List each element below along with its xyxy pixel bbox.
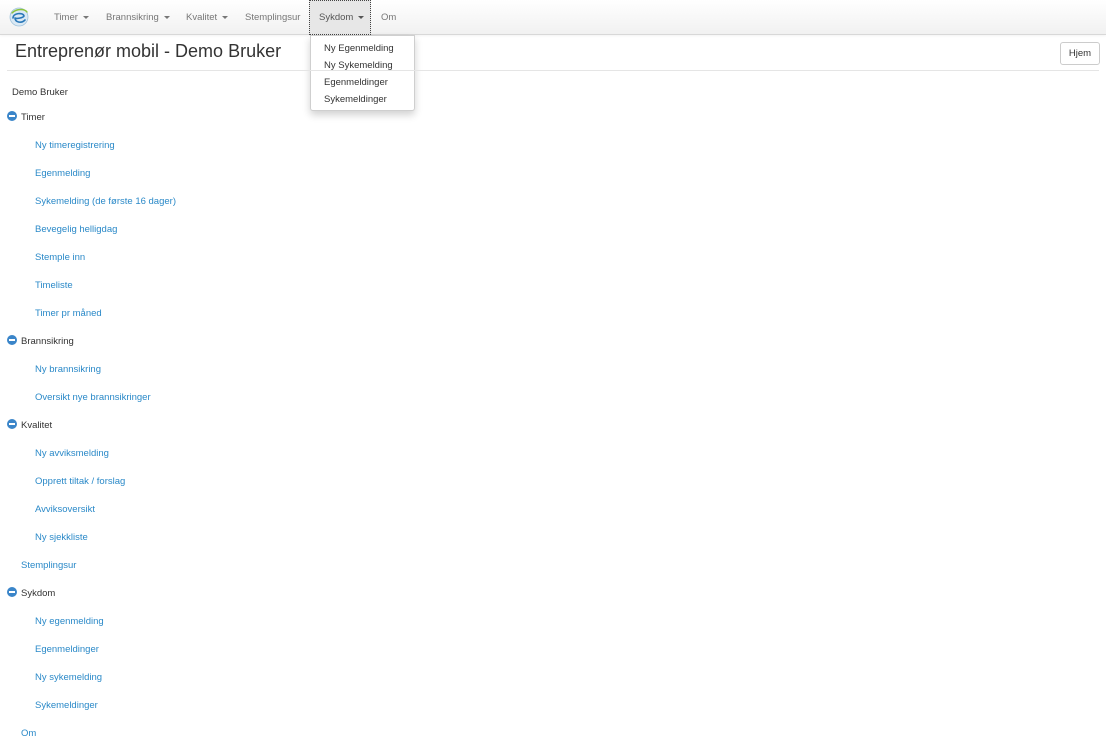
tree-link-oversikt-brannsikringer[interactable]: Oversikt nye brannsikringer — [35, 391, 151, 405]
tree-link-om[interactable]: Om — [21, 727, 36, 741]
tree-link-bevegelig-helligdag[interactable]: Bevegelig helligdag — [35, 223, 117, 237]
caret-down-icon — [82, 15, 89, 19]
tree-link-timeliste[interactable]: Timeliste — [35, 279, 73, 293]
tree-link-ny-timeregistrering[interactable]: Ny timeregistrering — [35, 139, 115, 153]
tree-group-timer[interactable]: Timer — [7, 111, 45, 125]
tree-link-ny-egenmelding[interactable]: Ny egenmelding — [35, 615, 104, 629]
tree-link-egenmeldinger[interactable]: Egenmeldinger — [35, 643, 99, 657]
nav-brannsikring-label: Brannsikring — [106, 12, 159, 23]
nav-om-label: Om — [381, 12, 397, 23]
tree-link-stemplingsur[interactable]: Stemplingsur — [21, 559, 76, 573]
tree-group-kvalitet[interactable]: Kvalitet — [7, 419, 52, 433]
menu-item-ny-sykemelding[interactable]: Ny Sykemelding — [311, 57, 414, 74]
nav-brannsikring[interactable]: Brannsikring — [106, 0, 170, 35]
caret-down-icon — [358, 15, 365, 19]
tree-link-stemple-inn[interactable]: Stemple inn — [35, 251, 85, 265]
collapse-icon[interactable] — [7, 335, 17, 346]
caret-down-icon — [163, 15, 170, 19]
nav-stemplingsur-label: Stemplingsur — [245, 12, 301, 23]
header-divider — [7, 70, 1099, 71]
menu-item-ny-egenmelding[interactable]: Ny Egenmelding — [311, 40, 414, 57]
tree-link-ny-sykemelding[interactable]: Ny sykemelding — [35, 671, 102, 685]
home-button[interactable]: Hjem — [1060, 42, 1100, 65]
nav-kvalitet-label: Kvalitet — [186, 12, 218, 23]
tree-link-ny-brannsikring[interactable]: Ny brannsikring — [35, 363, 101, 377]
tree-group-label: Brannsikring — [21, 336, 74, 347]
tree-group-label: Sykdom — [21, 588, 56, 599]
nav-stemplingsur[interactable]: Stemplingsur — [245, 0, 300, 35]
tree-root-user: Demo Bruker — [12, 87, 68, 98]
tree-group-label: Kvalitet — [21, 420, 53, 431]
nav-timer-label: Timer — [54, 12, 78, 23]
tree-link-ny-avviksmelding[interactable]: Ny avviksmelding — [35, 447, 109, 461]
nav-kvalitet[interactable]: Kvalitet — [186, 0, 229, 35]
collapse-icon[interactable] — [7, 111, 17, 122]
tree-link-ny-sjekkliste[interactable]: Ny sjekkliste — [35, 531, 88, 545]
nav-timer[interactable]: Timer — [54, 0, 89, 35]
tree-group-sykdom[interactable]: Sykdom — [7, 587, 55, 601]
menu-item-sykemeldinger[interactable]: Sykemeldinger — [311, 91, 414, 108]
sykdom-dropdown-menu: Ny Egenmelding Ny Sykemelding Egenmeldin… — [310, 35, 415, 111]
page-title: Entreprenør mobil - Demo Bruker — [15, 41, 282, 61]
tree-link-sykemelding[interactable]: Sykemelding (de første 16 dager) — [35, 195, 176, 209]
collapse-icon[interactable] — [7, 419, 17, 430]
nav-sykdom-label: Sykdom — [319, 12, 354, 23]
tree-link-timer-pr-maned[interactable]: Timer pr måned — [35, 307, 102, 321]
tree-group-brannsikring[interactable]: Brannsikring — [7, 335, 74, 349]
app-logo-icon[interactable] — [9, 7, 29, 27]
tree-link-egenmelding[interactable]: Egenmelding — [35, 167, 90, 181]
caret-down-icon — [222, 15, 229, 19]
collapse-icon[interactable] — [7, 587, 17, 598]
tree-link-opprett-tiltak[interactable]: Opprett tiltak / forslag — [35, 475, 125, 489]
tree-link-sykemeldinger[interactable]: Sykemeldinger — [35, 699, 98, 713]
tree-group-label: Timer — [21, 112, 45, 123]
tree-link-avviksoversikt[interactable]: Avviksoversikt — [35, 503, 95, 517]
top-navbar: Timer Brannsikring Kvalitet Stemplingsur… — [0, 0, 1106, 35]
menu-item-egenmeldinger[interactable]: Egenmeldinger — [311, 74, 414, 91]
nav-sykdom[interactable]: Sykdom — [309, 0, 371, 35]
nav-om[interactable]: Om — [381, 0, 396, 35]
